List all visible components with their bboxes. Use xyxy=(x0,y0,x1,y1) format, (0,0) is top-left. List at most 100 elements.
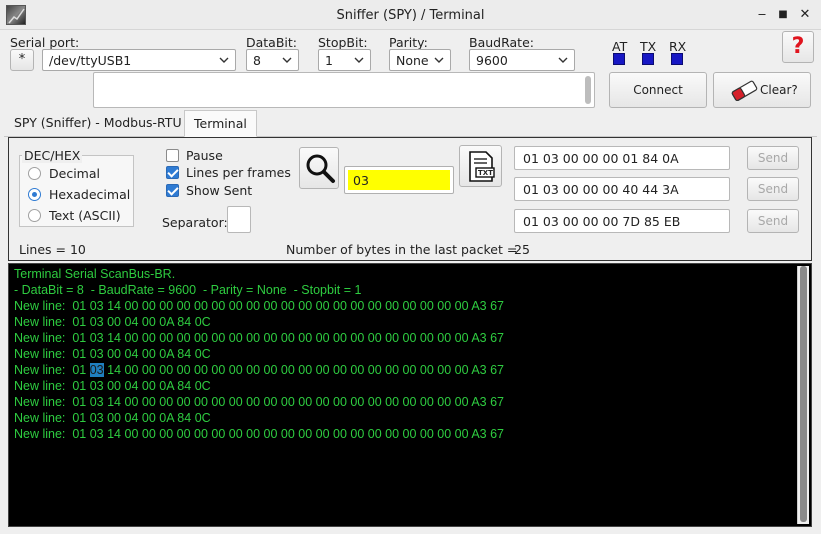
terminal-scroll-thumb[interactable] xyxy=(800,266,807,522)
terminal-line: New line: 01 03 00 04 00 0A 84 0C xyxy=(14,346,791,362)
terminal-line-text: New line: 01 03 14 00 00 00 00 00 00 00 … xyxy=(14,395,504,409)
rx-led-indicator xyxy=(671,53,683,65)
send-input-1[interactable]: 01 03 00 00 00 01 84 0A xyxy=(514,146,730,170)
text-ascii-radio[interactable] xyxy=(28,209,41,222)
send-button-2[interactable]: Send xyxy=(747,177,799,201)
decimal-label: Decimal xyxy=(49,166,100,181)
hexadecimal-radio[interactable] xyxy=(28,188,41,201)
terminal-line-text: Terminal Serial ScanBus-BR. xyxy=(14,267,176,281)
window-title: Sniffer (SPY) / Terminal xyxy=(336,8,485,23)
txt-file-icon xyxy=(469,151,495,182)
tx-led-indicator xyxy=(642,53,654,65)
send-button-3[interactable]: Send xyxy=(747,209,799,233)
serial-port-label: Serial port: xyxy=(10,35,80,50)
search-icon xyxy=(306,154,335,183)
rx-label: RX xyxy=(669,39,687,54)
maximize-icon[interactable]: ■ xyxy=(774,6,792,24)
chevron-down-icon xyxy=(354,57,364,63)
send-input-2[interactable]: 01 03 00 00 00 40 44 3A xyxy=(514,177,730,201)
terminal-line-text: New line: 01 03 00 04 00 0A 84 0C xyxy=(14,411,211,425)
terminal-line: New line: 01 03 14 00 00 00 00 00 00 00 … xyxy=(14,362,791,378)
send-input-1-value: 01 03 00 00 00 01 84 0A xyxy=(523,151,679,166)
send-input-3-value: 01 03 00 00 00 7D 85 EB xyxy=(523,214,681,229)
bytes-label: Number of bytes in the last packet = xyxy=(286,242,518,257)
chevron-down-icon xyxy=(282,57,292,63)
terminal-output[interactable]: Terminal Serial ScanBus-BR. - DataBit = 8… xyxy=(8,263,812,527)
databit-label: DataBit: xyxy=(246,35,298,50)
connect-button[interactable]: Connect xyxy=(609,72,707,108)
chevron-down-icon xyxy=(219,57,229,63)
stopbit-value: 1 xyxy=(325,53,333,68)
send-button-1[interactable]: Send xyxy=(747,146,799,170)
terminal-line: Terminal Serial ScanBus-BR. xyxy=(14,266,791,282)
show-sent-checkbox[interactable] xyxy=(166,184,179,197)
search-match-highlight: 03 xyxy=(89,363,104,377)
databit-value: 8 xyxy=(253,53,261,68)
parity-value: None xyxy=(396,53,429,68)
help-icon: ? xyxy=(791,34,805,59)
pause-checkbox[interactable] xyxy=(166,149,179,162)
terminal-line: New line: 01 03 14 00 00 00 00 00 00 00 … xyxy=(14,330,791,346)
terminal-line-text: New line: 01 03 00 04 00 0A 84 0C xyxy=(14,315,211,329)
stopbit-select[interactable]: 1 xyxy=(318,49,371,71)
terminal-lines: Terminal Serial ScanBus-BR. - DataBit = 8… xyxy=(14,266,791,442)
terminal-line: New line: 01 03 00 04 00 0A 84 0C xyxy=(14,378,791,394)
clear-button[interactable]: Clear? xyxy=(713,72,811,108)
terminal-line-text: New line: 01 03 14 00 00 00 00 00 00 00 … xyxy=(14,299,504,313)
separator-label: Separator: xyxy=(162,215,228,230)
search-field[interactable]: 03 xyxy=(344,166,454,194)
terminal-line: - DataBit = 8 - BaudRate = 9600 - Parity… xyxy=(14,282,791,298)
terminal-line-text: New line: 01 03 00 04 00 0A 84 0C xyxy=(14,347,211,361)
terminal-line-text: 14 00 00 00 00 00 00 00 00 00 00 00 00 0… xyxy=(103,363,505,377)
show-sent-label: Show Sent xyxy=(186,183,253,198)
terminal-scrollbar[interactable] xyxy=(797,266,809,524)
send-input-2-value: 01 03 00 00 00 40 44 3A xyxy=(523,182,679,197)
separator-input[interactable] xyxy=(227,206,251,233)
help-button[interactable]: ? xyxy=(782,31,814,63)
save-txt-button[interactable]: TXT xyxy=(459,145,502,187)
message-scrollbar[interactable] xyxy=(585,76,591,104)
close-icon[interactable]: ✕ xyxy=(796,6,814,24)
send-input-3[interactable]: 01 03 00 00 00 7D 85 EB xyxy=(514,209,730,233)
title-bar[interactable]: Sniffer (SPY) / Terminal ‒ ■ ✕ xyxy=(0,0,821,30)
clear-label: Clear? xyxy=(760,83,798,97)
minimize-icon[interactable]: ‒ xyxy=(753,6,771,24)
terminal-line-text: New line: 01 xyxy=(14,363,90,377)
terminal-line: New line: 01 03 14 00 00 00 00 00 00 00 … xyxy=(14,394,791,410)
serial-port-value: /dev/ttyUSB1 xyxy=(49,53,132,68)
chevron-down-icon xyxy=(558,57,568,63)
refresh-ports-button[interactable]: * xyxy=(10,49,34,71)
tab-terminal[interactable]: Terminal xyxy=(184,110,257,137)
lines-per-frames-label: Lines per frames xyxy=(186,165,291,180)
at-label: AT xyxy=(612,39,628,54)
terminal-line: New line: 01 03 14 00 00 00 00 00 00 00 … xyxy=(14,426,791,442)
terminal-line-text: New line: 01 03 14 00 00 00 00 00 00 00 … xyxy=(14,427,504,441)
terminal-line: New line: 01 03 14 00 00 00 00 00 00 00 … xyxy=(14,298,791,314)
search-button[interactable] xyxy=(299,147,339,189)
stopbit-label: StopBit: xyxy=(318,35,368,50)
terminal-line-text: New line: 01 03 14 00 00 00 00 00 00 00 … xyxy=(14,331,504,345)
parity-label: Parity: xyxy=(389,35,428,50)
lines-per-frames-checkbox[interactable] xyxy=(166,166,179,179)
decimal-radio[interactable] xyxy=(28,167,41,180)
terminal-line-text: - DataBit = 8 - BaudRate = 9600 - Parity… xyxy=(14,283,362,297)
bytes-value: 25 xyxy=(514,242,530,257)
text-ascii-label: Text (ASCII) xyxy=(49,208,121,223)
terminal-line: New line: 01 03 00 04 00 0A 84 0C xyxy=(14,314,791,330)
baudrate-label: BaudRate: xyxy=(469,35,534,50)
search-value: 03 xyxy=(348,170,450,190)
baudrate-select[interactable]: 9600 xyxy=(469,49,575,71)
parity-select[interactable]: None xyxy=(389,49,451,71)
terminal-line: New line: 01 03 00 04 00 0A 84 0C xyxy=(14,410,791,426)
at-led-indicator xyxy=(613,53,625,65)
serial-port-select[interactable]: /dev/ttyUSB1 xyxy=(42,49,236,71)
tab-spy-sniffer[interactable]: SPY (Sniffer) - Modbus-RTU xyxy=(5,110,191,136)
dec-hex-title: DEC/HEX xyxy=(22,148,83,163)
pause-label: Pause xyxy=(186,148,223,163)
tx-label: TX xyxy=(640,39,657,54)
hexadecimal-label: Hexadecimal xyxy=(49,187,131,202)
message-text-area[interactable] xyxy=(93,72,595,108)
databit-select[interactable]: 8 xyxy=(246,49,299,71)
eraser-icon xyxy=(731,80,758,101)
terminal-line-text: New line: 01 03 00 04 00 0A 84 0C xyxy=(14,379,211,393)
